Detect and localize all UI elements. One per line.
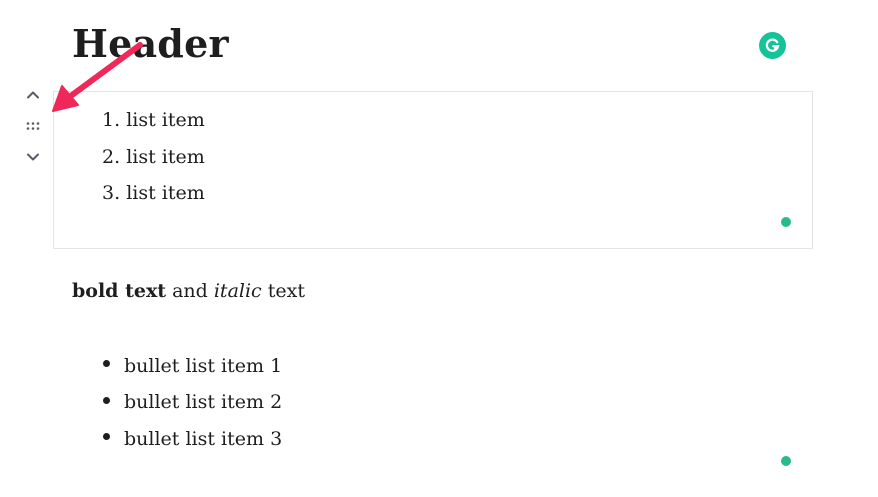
ordered-list[interactable]: 1. list item 2. list item 3. list item — [102, 109, 205, 222]
grammarly-icon[interactable] — [759, 32, 786, 59]
plain-text: and — [166, 280, 214, 302]
grammarly-g-glyph — [765, 38, 780, 52]
plain-text: text — [261, 280, 305, 302]
list-item-text: list item — [126, 145, 205, 168]
grammarly-status-dot — [781, 217, 791, 227]
list-item[interactable]: bullet list item 3 — [100, 417, 282, 461]
list-item[interactable]: 3. list item — [102, 178, 205, 222]
editor-canvas: Header 1. list item 2. list item 3. list… — [0, 0, 878, 497]
list-item-text: bullet list item 1 — [124, 354, 283, 377]
paragraph-block[interactable]: bold text and italic text — [72, 276, 305, 306]
drag-handle-icon — [26, 122, 40, 130]
grammarly-status-dot — [781, 456, 791, 466]
italic-text: italic — [213, 280, 262, 302]
list-item-number: 3. — [102, 182, 121, 204]
chevron-down-icon — [27, 153, 39, 161]
list-item-number: 2. — [102, 145, 121, 168]
move-down-button[interactable] — [20, 146, 46, 168]
list-item-text: bullet list item 2 — [124, 391, 283, 414]
bullet-marker — [103, 360, 110, 368]
bullet-marker — [103, 396, 110, 404]
annotation-arrow-icon — [52, 42, 143, 112]
bold-text: bold text — [72, 280, 167, 302]
bullet-list[interactable]: bullet list item 1 bullet list item 2 bu… — [100, 351, 282, 461]
list-item-text: bullet list item 3 — [124, 427, 283, 450]
bullet-marker — [103, 433, 110, 441]
chevron-up-icon — [27, 91, 39, 99]
list-item-text: list item — [126, 182, 205, 204]
